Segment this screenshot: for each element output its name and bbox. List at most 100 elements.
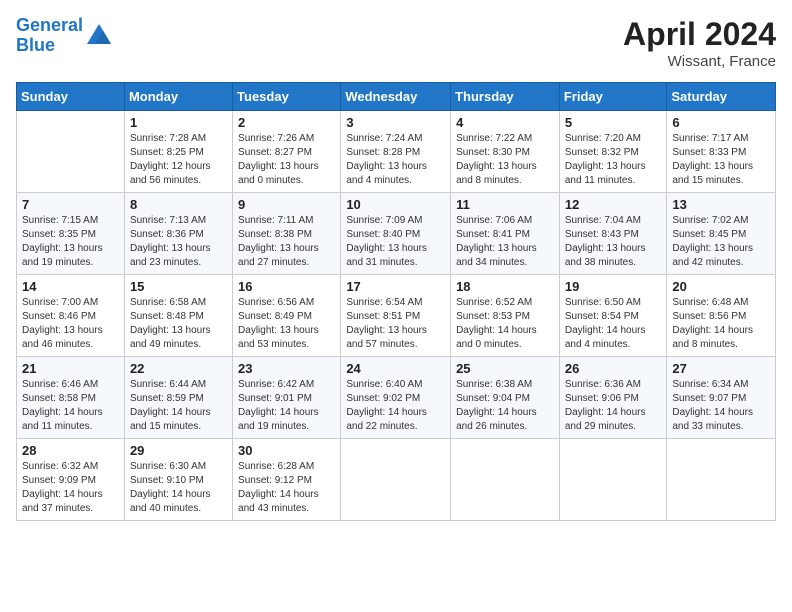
day-number: 5	[565, 115, 662, 130]
calendar-cell: 9 Sunrise: 7:11 AMSunset: 8:38 PMDayligh…	[233, 193, 341, 275]
weekday-header-sunday: Sunday	[17, 83, 125, 111]
day-number: 25	[456, 361, 554, 376]
day-number: 18	[456, 279, 554, 294]
calendar-cell: 21 Sunrise: 6:46 AMSunset: 8:58 PMDaylig…	[17, 357, 125, 439]
calendar-table: SundayMondayTuesdayWednesdayThursdayFrid…	[16, 82, 776, 521]
calendar-cell: 18 Sunrise: 6:52 AMSunset: 8:53 PMDaylig…	[451, 275, 560, 357]
day-number: 2	[238, 115, 335, 130]
day-info: Sunrise: 6:58 AMSunset: 8:48 PMDaylight:…	[130, 297, 211, 350]
day-number: 8	[130, 197, 227, 212]
day-number: 27	[672, 361, 770, 376]
calendar-cell: 7 Sunrise: 7:15 AMSunset: 8:35 PMDayligh…	[17, 193, 125, 275]
day-info: Sunrise: 6:42 AMSunset: 9:01 PMDaylight:…	[238, 379, 319, 432]
calendar-cell: 20 Sunrise: 6:48 AMSunset: 8:56 PMDaylig…	[667, 275, 776, 357]
calendar-cell	[559, 439, 667, 521]
day-info: Sunrise: 6:50 AMSunset: 8:54 PMDaylight:…	[565, 297, 646, 350]
day-info: Sunrise: 6:38 AMSunset: 9:04 PMDaylight:…	[456, 379, 537, 432]
calendar-cell: 13 Sunrise: 7:02 AMSunset: 8:45 PMDaylig…	[667, 193, 776, 275]
calendar-cell: 25 Sunrise: 6:38 AMSunset: 9:04 PMDaylig…	[451, 357, 560, 439]
calendar-cell	[451, 439, 560, 521]
weekday-header-thursday: Thursday	[451, 83, 560, 111]
logo-text: GeneralBlue	[16, 16, 83, 56]
day-info: Sunrise: 7:11 AMSunset: 8:38 PMDaylight:…	[238, 215, 319, 268]
calendar-cell: 5 Sunrise: 7:20 AMSunset: 8:32 PMDayligh…	[559, 111, 667, 193]
day-info: Sunrise: 7:28 AMSunset: 8:25 PMDaylight:…	[130, 133, 211, 186]
day-info: Sunrise: 7:00 AMSunset: 8:46 PMDaylight:…	[22, 297, 103, 350]
calendar-cell: 29 Sunrise: 6:30 AMSunset: 9:10 PMDaylig…	[124, 439, 232, 521]
location-subtitle: Wissant, France	[623, 53, 776, 70]
day-number: 1	[130, 115, 227, 130]
calendar-cell: 16 Sunrise: 6:56 AMSunset: 8:49 PMDaylig…	[233, 275, 341, 357]
calendar-cell: 1 Sunrise: 7:28 AMSunset: 8:25 PMDayligh…	[124, 111, 232, 193]
calendar-cell: 28 Sunrise: 6:32 AMSunset: 9:09 PMDaylig…	[17, 439, 125, 521]
weekday-header-saturday: Saturday	[667, 83, 776, 111]
day-info: Sunrise: 6:46 AMSunset: 8:58 PMDaylight:…	[22, 379, 103, 432]
weekday-header-wednesday: Wednesday	[341, 83, 451, 111]
day-number: 12	[565, 197, 662, 212]
calendar-cell: 19 Sunrise: 6:50 AMSunset: 8:54 PMDaylig…	[559, 275, 667, 357]
day-number: 11	[456, 197, 554, 212]
calendar-cell: 6 Sunrise: 7:17 AMSunset: 8:33 PMDayligh…	[667, 111, 776, 193]
weekday-header-row: SundayMondayTuesdayWednesdayThursdayFrid…	[17, 83, 776, 111]
logo-icon	[85, 22, 113, 50]
day-info: Sunrise: 7:22 AMSunset: 8:30 PMDaylight:…	[456, 133, 537, 186]
logo: GeneralBlue	[16, 16, 113, 56]
day-number: 22	[130, 361, 227, 376]
calendar-cell: 11 Sunrise: 7:06 AMSunset: 8:41 PMDaylig…	[451, 193, 560, 275]
calendar-week-row: 28 Sunrise: 6:32 AMSunset: 9:09 PMDaylig…	[17, 439, 776, 521]
day-info: Sunrise: 6:28 AMSunset: 9:12 PMDaylight:…	[238, 461, 319, 514]
calendar-cell: 26 Sunrise: 6:36 AMSunset: 9:06 PMDaylig…	[559, 357, 667, 439]
day-info: Sunrise: 6:30 AMSunset: 9:10 PMDaylight:…	[130, 461, 211, 514]
day-number: 14	[22, 279, 119, 294]
title-block: April 2024 Wissant, France	[623, 16, 776, 70]
day-info: Sunrise: 7:09 AMSunset: 8:40 PMDaylight:…	[346, 215, 427, 268]
day-info: Sunrise: 7:02 AMSunset: 8:45 PMDaylight:…	[672, 215, 753, 268]
day-number: 17	[346, 279, 445, 294]
calendar-cell: 8 Sunrise: 7:13 AMSunset: 8:36 PMDayligh…	[124, 193, 232, 275]
weekday-header-tuesday: Tuesday	[233, 83, 341, 111]
day-number: 3	[346, 115, 445, 130]
day-number: 15	[130, 279, 227, 294]
calendar-cell: 2 Sunrise: 7:26 AMSunset: 8:27 PMDayligh…	[233, 111, 341, 193]
day-number: 28	[22, 443, 119, 458]
month-year-title: April 2024	[623, 16, 776, 53]
day-info: Sunrise: 6:56 AMSunset: 8:49 PMDaylight:…	[238, 297, 319, 350]
calendar-cell: 27 Sunrise: 6:34 AMSunset: 9:07 PMDaylig…	[667, 357, 776, 439]
calendar-week-row: 1 Sunrise: 7:28 AMSunset: 8:25 PMDayligh…	[17, 111, 776, 193]
day-number: 9	[238, 197, 335, 212]
calendar-cell	[341, 439, 451, 521]
day-number: 30	[238, 443, 335, 458]
day-number: 4	[456, 115, 554, 130]
day-info: Sunrise: 6:54 AMSunset: 8:51 PMDaylight:…	[346, 297, 427, 350]
day-number: 13	[672, 197, 770, 212]
calendar-cell: 15 Sunrise: 6:58 AMSunset: 8:48 PMDaylig…	[124, 275, 232, 357]
day-info: Sunrise: 7:15 AMSunset: 8:35 PMDaylight:…	[22, 215, 103, 268]
calendar-cell: 14 Sunrise: 7:00 AMSunset: 8:46 PMDaylig…	[17, 275, 125, 357]
page-header: GeneralBlue April 2024 Wissant, France	[16, 16, 776, 70]
calendar-cell: 17 Sunrise: 6:54 AMSunset: 8:51 PMDaylig…	[341, 275, 451, 357]
day-number: 21	[22, 361, 119, 376]
day-number: 16	[238, 279, 335, 294]
calendar-cell	[667, 439, 776, 521]
day-info: Sunrise: 7:17 AMSunset: 8:33 PMDaylight:…	[672, 133, 753, 186]
day-info: Sunrise: 6:40 AMSunset: 9:02 PMDaylight:…	[346, 379, 427, 432]
day-number: 7	[22, 197, 119, 212]
day-info: Sunrise: 6:44 AMSunset: 8:59 PMDaylight:…	[130, 379, 211, 432]
calendar-cell	[17, 111, 125, 193]
weekday-header-monday: Monday	[124, 83, 232, 111]
day-info: Sunrise: 7:20 AMSunset: 8:32 PMDaylight:…	[565, 133, 646, 186]
calendar-week-row: 21 Sunrise: 6:46 AMSunset: 8:58 PMDaylig…	[17, 357, 776, 439]
calendar-cell: 4 Sunrise: 7:22 AMSunset: 8:30 PMDayligh…	[451, 111, 560, 193]
day-number: 10	[346, 197, 445, 212]
day-number: 20	[672, 279, 770, 294]
day-number: 24	[346, 361, 445, 376]
day-info: Sunrise: 7:26 AMSunset: 8:27 PMDaylight:…	[238, 133, 319, 186]
day-info: Sunrise: 6:34 AMSunset: 9:07 PMDaylight:…	[672, 379, 753, 432]
weekday-header-friday: Friday	[559, 83, 667, 111]
calendar-week-row: 14 Sunrise: 7:00 AMSunset: 8:46 PMDaylig…	[17, 275, 776, 357]
calendar-cell: 12 Sunrise: 7:04 AMSunset: 8:43 PMDaylig…	[559, 193, 667, 275]
day-info: Sunrise: 6:48 AMSunset: 8:56 PMDaylight:…	[672, 297, 753, 350]
calendar-cell: 10 Sunrise: 7:09 AMSunset: 8:40 PMDaylig…	[341, 193, 451, 275]
day-number: 26	[565, 361, 662, 376]
calendar-cell: 23 Sunrise: 6:42 AMSunset: 9:01 PMDaylig…	[233, 357, 341, 439]
